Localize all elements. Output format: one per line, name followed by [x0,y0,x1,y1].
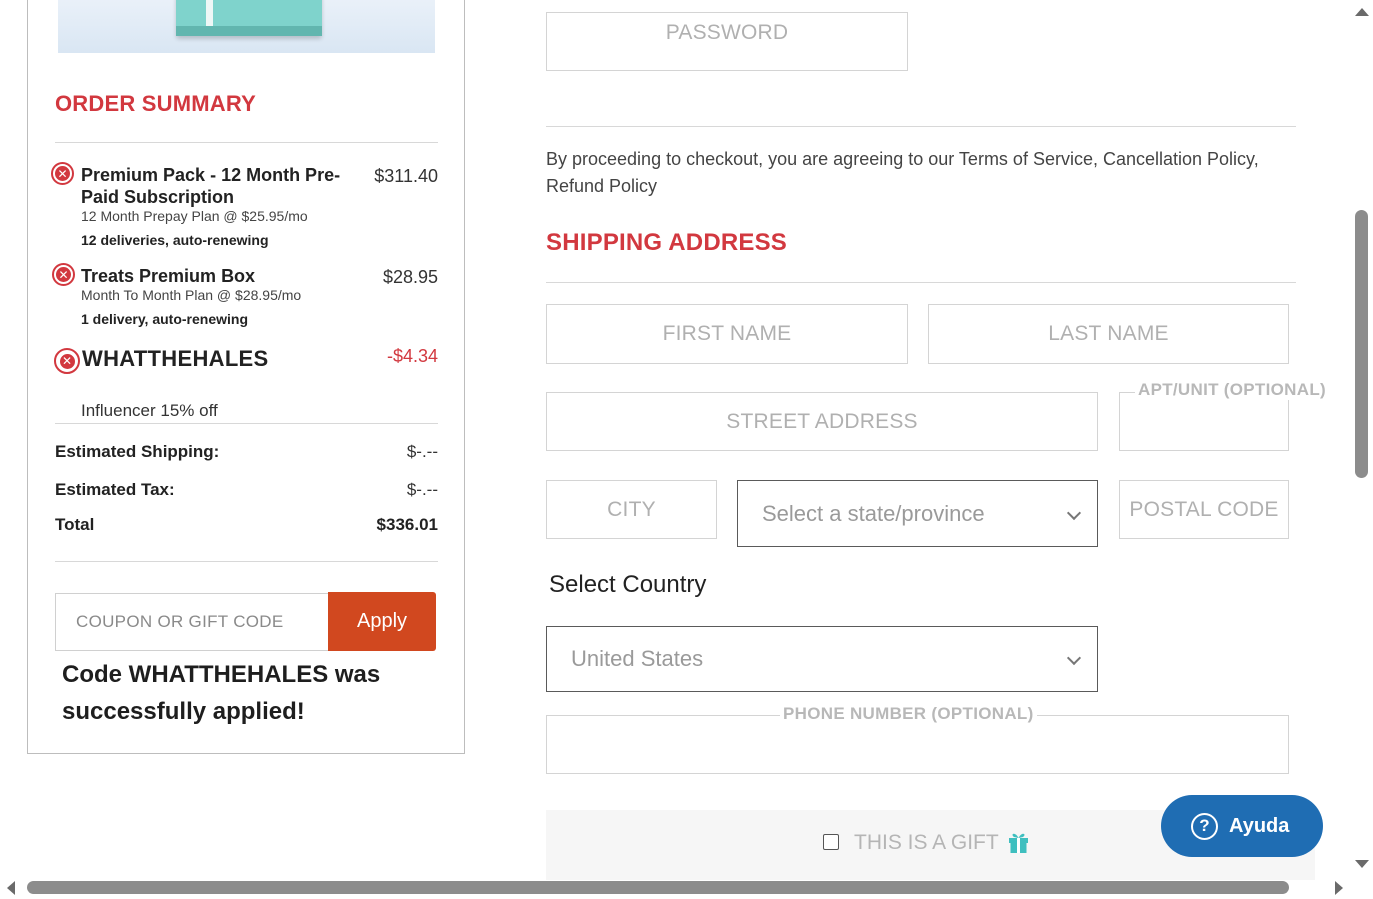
phone-number-label: PHONE NUMBER (OPTIONAL) [780,704,1037,724]
product-image [58,0,435,53]
state-select-value: Select a state/province [762,500,985,526]
country-select-value: United States [571,646,704,671]
tax-value: $-.-- [406,480,438,499]
apt-unit-input[interactable] [1119,392,1289,451]
country-select[interactable]: United States [546,626,1098,692]
apt-unit-label: APT/UNIT (OPTIONAL) [1135,380,1329,400]
order-summary-title: ORDER SUMMARY [55,91,257,116]
horizontal-scroll-thumb[interactable] [27,881,1289,894]
total-value: $336.01 [376,515,438,534]
total-label: Total [55,515,95,534]
postal-code-input[interactable]: POSTAL CODE [1119,480,1289,539]
divider [546,126,1296,127]
terms-text: By proceeding to checkout, you are agree… [546,149,1259,196]
question-icon: ? [1191,812,1218,840]
scroll-down-icon[interactable] [1355,860,1369,868]
chevron-down-icon [1066,650,1082,666]
city-input[interactable]: CITY [546,480,717,539]
remove-promo-icon[interactable]: ✕ [54,348,80,374]
gift-checkbox[interactable] [823,834,839,850]
chevron-down-icon [1066,505,1082,521]
state-select[interactable]: Select a state/province [737,480,1098,547]
shipping-value: $-.-- [406,442,438,461]
vertical-scroll-thumb[interactable] [1355,210,1368,478]
select-country-label: Select Country [549,571,707,598]
coupon-input[interactable]: COUPON OR GIFT CODE [55,593,329,651]
shipping-address-title: SHIPPING ADDRESS [546,229,788,256]
divider [55,423,438,424]
gift-icon [1009,833,1028,853]
help-button-label: Ayuda [1229,814,1290,837]
item-deliveries: 12 deliveries, auto-renewing [81,232,269,248]
promo-discount: -$4.34 [386,346,438,366]
divider [55,142,438,143]
gift-box-illustration [176,0,322,36]
item-price: $311.40 [374,166,438,186]
promo-code-name: WHATTHEHALES [82,346,269,371]
item-price: $28.95 [382,267,438,287]
password-input[interactable]: PASSWORD [546,12,908,71]
item-deliveries: 1 delivery, auto-renewing [81,311,249,327]
scroll-up-icon[interactable] [1355,8,1369,16]
first-name-input[interactable]: FIRST NAME [546,304,908,364]
promo-description: Influencer 15% off [81,401,218,420]
gift-label[interactable]: THIS IS A GIFT [854,831,999,855]
item-plan: 12 Month Prepay Plan @ $25.95/mo [81,208,308,224]
divider [546,282,1296,283]
item-name: Treats Premium Box [81,266,256,286]
checkout-page: ORDER SUMMARY ✕ Premium Pack - 12 Month … [0,0,1373,899]
help-button[interactable]: ? Ayuda [1161,795,1323,857]
scroll-left-icon[interactable] [7,881,15,895]
coupon-success-message: Code WHATTHEHALES was successfully appli… [62,661,381,725]
item-plan: Month To Month Plan @ $28.95/mo [81,287,302,303]
shipping-label: Estimated Shipping: [55,442,220,461]
last-name-input[interactable]: LAST NAME [928,304,1289,364]
scroll-right-icon[interactable] [1335,881,1343,895]
remove-item-icon[interactable]: ✕ [51,162,74,185]
tax-label: Estimated Tax: [55,480,175,499]
item-name: Premium Pack - 12 Month Pre-Paid Subscri… [81,165,341,207]
apply-coupon-button[interactable]: Apply [328,592,436,651]
remove-item-icon[interactable]: ✕ [52,263,75,286]
street-address-input[interactable]: STREET ADDRESS [546,392,1098,451]
order-summary-card: ORDER SUMMARY ✕ Premium Pack - 12 Month … [27,0,465,754]
divider [55,561,438,562]
